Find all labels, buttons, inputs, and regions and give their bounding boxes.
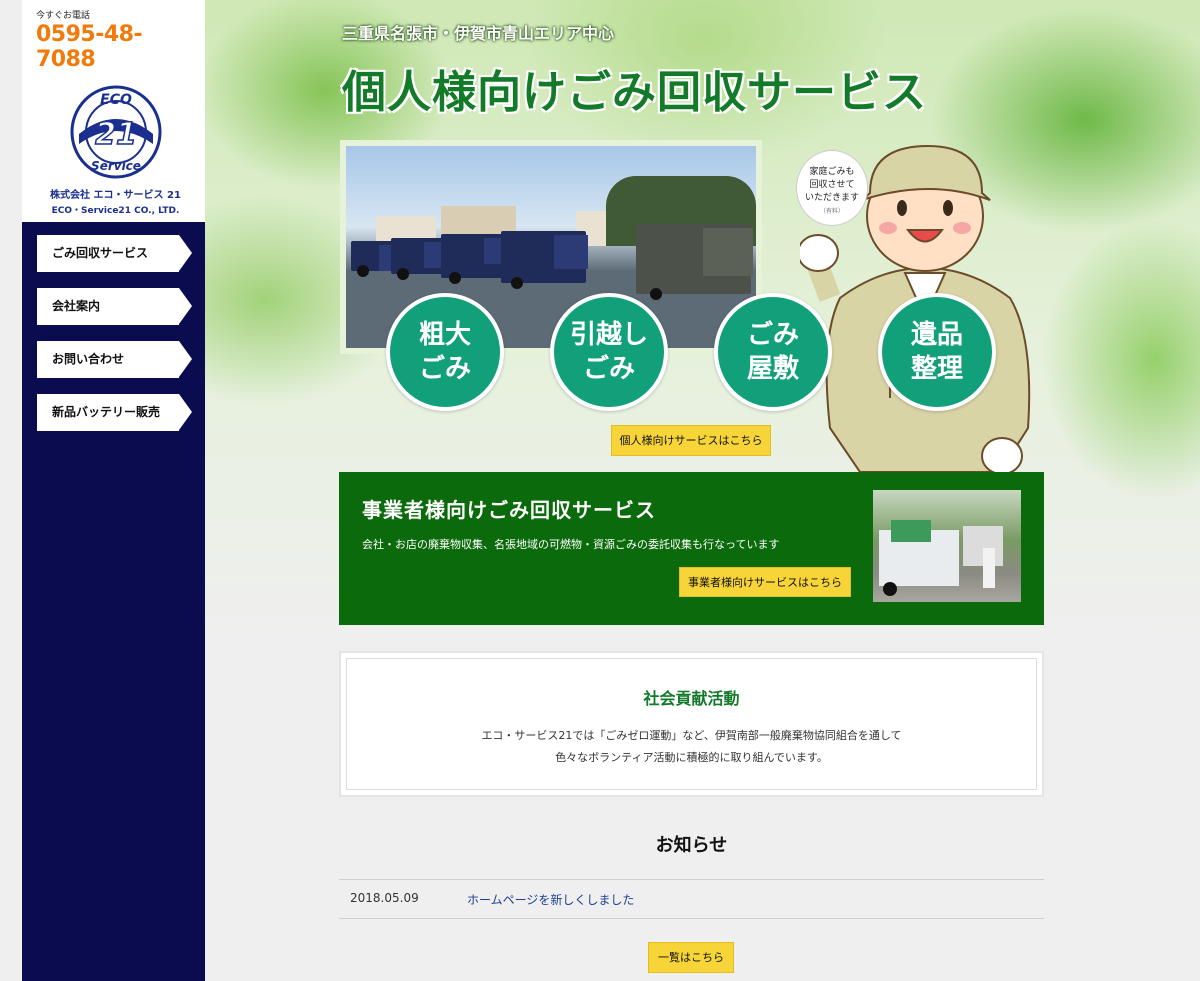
service-circle-bulky[interactable]: 粗大 ごみ	[386, 293, 504, 411]
sidebar-header: 今すぐお電話 0595-48-7088 ECO 21 Service 株式会社 …	[22, 0, 205, 222]
speech-line1: 家庭ごみも	[809, 167, 855, 177]
csr-title: 社会貢献活動	[643, 689, 740, 708]
hero-subtitle: 三重県名張市・伊賀市青山エリア中心	[342, 24, 615, 43]
news-link[interactable]: ホームページを新しくしました	[467, 891, 634, 908]
news-date: 2018.05.09	[350, 891, 419, 905]
hero-title: 個人様向けごみ回収サービス	[342, 67, 927, 118]
business-service-section: 事業者様向けごみ回収サービス 会社・お店の廃棄物収集、名張地域の可燃物・資源ごみ…	[339, 472, 1044, 625]
nav-item-battery[interactable]: 新品バッテリー販売	[37, 394, 192, 431]
main-nav: ごみ回収サービス 会社案内 お問い合わせ 新品バッテリー販売	[22, 235, 205, 431]
service-label-hoarder: ごみ 屋敷	[746, 320, 799, 384]
svg-text:21: 21	[95, 117, 137, 152]
news-title: お知らせ	[655, 835, 728, 856]
business-photo	[873, 490, 1021, 602]
csr-line2: 色々なボランティア活動に積極的に取り組んでいます。	[555, 751, 828, 764]
service-circle-moving[interactable]: 引越し ごみ	[550, 293, 668, 411]
tel-number[interactable]: 0595-48-7088	[36, 22, 195, 72]
service-circle-estate[interactable]: 遺品 整理	[878, 293, 996, 411]
news-list: 2018.05.09 ホームページを新しくしました	[339, 879, 1044, 919]
personal-service-button[interactable]: 個人様向けサービスはこちら	[611, 425, 771, 456]
service-label-moving: 引越し ごみ	[569, 320, 648, 384]
speech-line3: いただきます	[804, 193, 859, 203]
service-label-estate: 遺品 整理	[910, 320, 963, 384]
nav-item-garbage-service[interactable]: ごみ回収サービス	[37, 235, 192, 272]
svg-text:ECO: ECO	[100, 92, 132, 108]
csr-body: エコ・サービス21では「ごみゼロ運動」など、伊賀南部一般廃棄物協同組合を通して …	[341, 725, 1042, 769]
company-name-en: ECO・Service21 CO., LTD.	[51, 206, 180, 216]
eco-service-logo[interactable]: ECO 21 Service	[69, 82, 163, 182]
service-label-bulky: 粗大 ごみ	[418, 320, 471, 384]
company-name-jp: 株式会社 エコ・サービス 21	[50, 190, 181, 201]
business-service-button[interactable]: 事業者様向けサービスはこちら	[679, 567, 851, 597]
csr-line1: エコ・サービス21では「ごみゼロ運動」など、伊賀南部一般廃棄物協同組合を通して	[481, 729, 902, 742]
speech-note: （有料）	[819, 208, 844, 215]
service-circle-hoarder[interactable]: ごみ 屋敷	[714, 293, 832, 411]
svg-text:Service: Service	[91, 159, 141, 173]
nav-item-contact[interactable]: お問い合わせ	[37, 341, 192, 378]
tel-label: 今すぐお電話	[36, 11, 91, 21]
business-description: 会社・お店の廃棄物収集、名張地域の可燃物・資源ごみの委託収集も行なっています	[362, 538, 780, 551]
sidebar: 今すぐお電話 0595-48-7088 ECO 21 Service 株式会社 …	[22, 0, 205, 981]
business-title: 事業者様向けごみ回収サービス	[362, 498, 656, 522]
news-more-button[interactable]: 一覧はこちら	[648, 942, 734, 973]
nav-item-company[interactable]: 会社案内	[37, 288, 192, 325]
csr-section: 社会貢献活動 エコ・サービス21では「ごみゼロ運動」など、伊賀南部一般廃棄物協同…	[339, 651, 1044, 797]
speech-line2: 回収させて	[809, 180, 855, 190]
mascot-speech-bubble: 家庭ごみも 回収させて いただきます （有料）	[796, 150, 868, 226]
